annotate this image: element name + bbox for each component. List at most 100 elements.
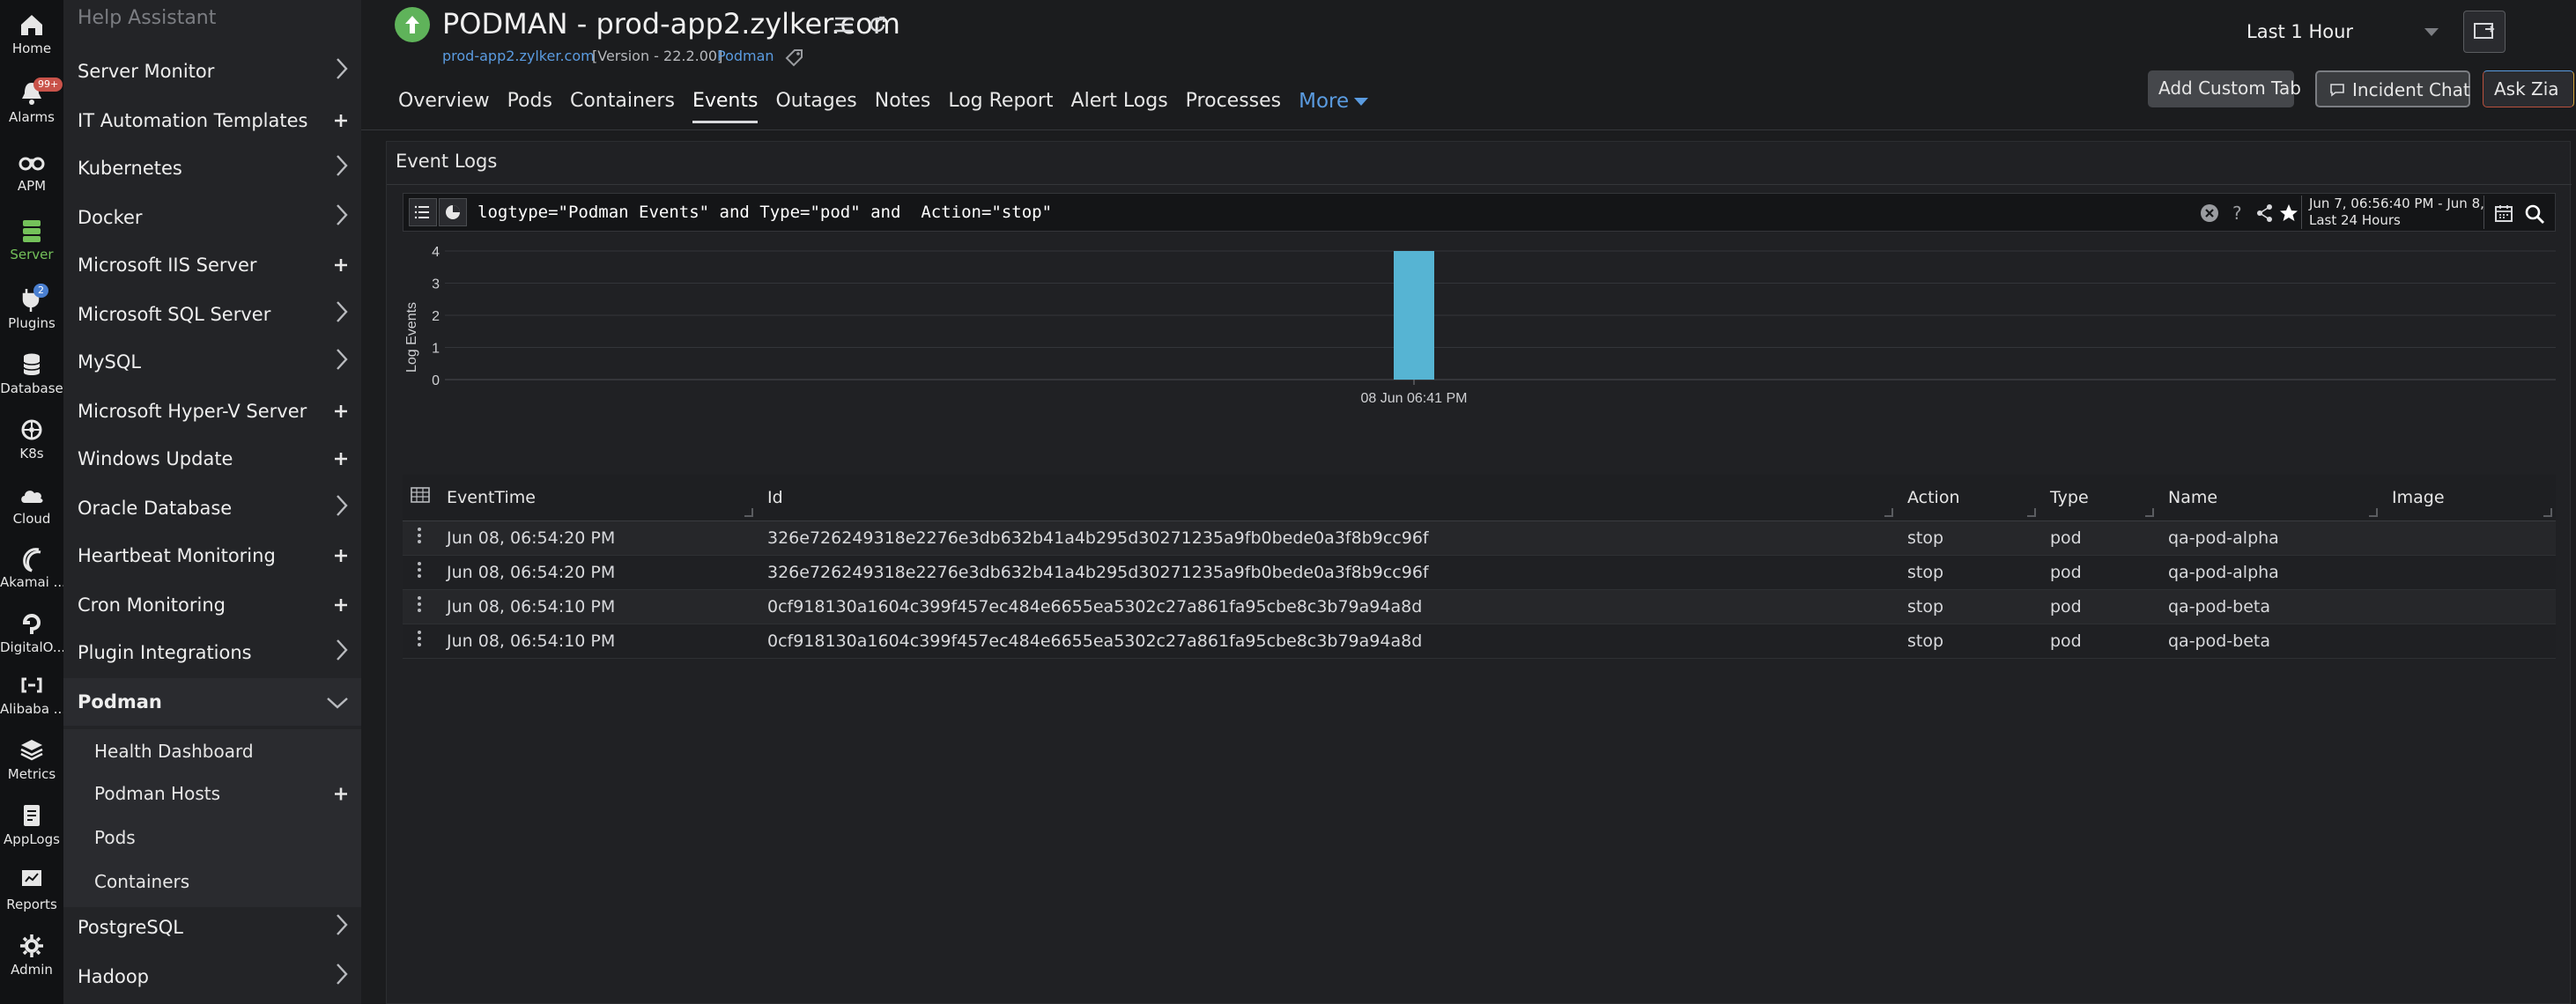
list-view-button[interactable] — [409, 198, 437, 226]
nav-subitem-containers[interactable]: Containers — [63, 860, 361, 904]
rail-item-home[interactable]: Home — [0, 9, 63, 56]
tab-overview[interactable]: Overview — [398, 88, 490, 123]
resize-handle-icon[interactable] — [744, 507, 753, 517]
column-header-image[interactable]: Image — [2381, 475, 2556, 521]
tab-more[interactable]: More — [1299, 88, 1369, 123]
tv-mode-button[interactable] — [2463, 11, 2506, 53]
column-chooser-cell[interactable] — [403, 475, 436, 521]
nav-item-plugin-integrations[interactable]: Plugin Integrations — [63, 629, 361, 676]
nav-item-microsoft-iis-server[interactable]: Microsoft IIS Server — [63, 241, 361, 289]
rail-item-server[interactable]: Server — [0, 215, 63, 262]
rail-item-alibaba[interactable]: Alibaba ... — [0, 669, 63, 717]
favorite-star-icon[interactable] — [2278, 203, 2299, 227]
rail-item-cloud[interactable]: Cloud — [0, 479, 63, 527]
time-range-select[interactable]: Last 1 Hour — [2236, 12, 2451, 51]
chevron-right-icon[interactable] — [335, 913, 349, 941]
row-actions-cell[interactable] — [403, 555, 436, 590]
rail-item-gear[interactable]: Admin — [0, 930, 63, 978]
tab-log-report[interactable]: Log Report — [948, 88, 1053, 123]
plus-icon[interactable] — [333, 592, 349, 618]
query-input[interactable]: logtype="Podman Events" and Type="pod" a… — [477, 194, 1052, 231]
menu-icon[interactable] — [833, 14, 855, 39]
tab-outages[interactable]: Outages — [775, 88, 856, 123]
tab-alert-logs[interactable]: Alert Logs — [1071, 88, 1168, 123]
column-header-type[interactable]: Type — [2039, 475, 2158, 521]
refresh-icon[interactable] — [867, 14, 888, 39]
add-custom-tab-button[interactable]: Add Custom Tab — [2148, 70, 2301, 107]
rail-item-plug[interactable]: 2 Plugins — [0, 284, 63, 331]
tab-containers[interactable]: Containers — [570, 88, 675, 123]
chevron-right-icon[interactable] — [335, 639, 349, 667]
chevron-right-icon[interactable] — [335, 57, 349, 85]
table-row[interactable]: Jun 08, 06:54:20 PM 326e726249318e2276e3d… — [403, 555, 2556, 590]
row-actions-cell[interactable] — [403, 520, 436, 556]
tab-pods[interactable]: Pods — [507, 88, 552, 123]
plus-icon[interactable] — [333, 779, 349, 809]
help-assistant-header[interactable]: Help Assistant — [78, 7, 216, 29]
table-row[interactable]: Jun 08, 06:54:20 PM 326e726249318e2276e3d… — [403, 520, 2556, 556]
rail-item-kubernetes[interactable]: K8s — [0, 414, 63, 461]
search-icon[interactable] — [2523, 203, 2546, 229]
plus-icon[interactable] — [333, 398, 349, 424]
nav-subitem-health-dashboard[interactable]: Health Dashboard — [63, 729, 361, 773]
plus-icon[interactable] — [333, 543, 349, 569]
nav-item-heartbeat-monitoring[interactable]: Heartbeat Monitoring — [63, 532, 361, 580]
nav-item-it-automation-templates[interactable]: IT Automation Templates — [63, 97, 361, 144]
chevron-right-icon[interactable] — [335, 348, 349, 376]
nav-item-windows-update[interactable]: Windows Update — [63, 435, 361, 483]
nav-item-postgresql[interactable]: PostgreSQL — [63, 904, 361, 951]
resize-handle-icon[interactable] — [2369, 507, 2378, 517]
host-link[interactable]: prod-app2.zylker.com — [442, 48, 595, 64]
resize-handle-icon[interactable] — [2543, 507, 2552, 517]
nav-item-oracle-database[interactable]: Oracle Database — [63, 484, 361, 532]
rail-item-applogs[interactable]: AppLogs — [0, 800, 63, 847]
chevron-right-icon[interactable] — [335, 154, 349, 182]
nav-item-hadoop[interactable]: Hadoop — [63, 953, 361, 1000]
monitor-type-link[interactable]: Podman — [717, 48, 774, 64]
chevron-down-icon[interactable] — [326, 689, 349, 715]
rail-item-akamai[interactable]: Akamai ... — [0, 543, 63, 590]
nav-item-docker[interactable]: Docker — [63, 194, 361, 241]
share-icon[interactable] — [2255, 203, 2275, 227]
column-header-eventtime[interactable]: EventTime — [436, 475, 757, 521]
chart-view-button[interactable] — [439, 198, 467, 226]
chevron-right-icon[interactable] — [335, 494, 349, 522]
column-header-name[interactable]: Name — [2158, 475, 2381, 521]
plus-icon[interactable] — [333, 252, 349, 278]
incident-chat-button[interactable]: Incident Chat — [2315, 70, 2470, 107]
tag-icon[interactable] — [784, 48, 805, 72]
nav-subitem-podman-hosts[interactable]: Podman Hosts — [63, 771, 361, 816]
nav-item-mysql[interactable]: MySQL — [63, 338, 361, 386]
nav-subitem-pods[interactable]: Pods — [63, 816, 361, 860]
rail-item-binoculars[interactable]: APM — [0, 146, 63, 194]
plus-icon[interactable] — [333, 107, 349, 134]
rail-item-reports[interactable]: Reports — [0, 865, 63, 912]
column-header-action[interactable]: Action — [1897, 475, 2039, 521]
resize-handle-icon[interactable] — [2027, 507, 2036, 517]
chevron-right-icon[interactable] — [335, 203, 349, 232]
chevron-right-icon[interactable] — [335, 963, 349, 991]
row-actions-cell[interactable] — [403, 589, 436, 624]
nav-item-server-monitor[interactable]: Server Monitor — [63, 48, 361, 95]
clear-query-icon[interactable] — [2199, 203, 2220, 227]
table-row[interactable]: Jun 08, 06:54:10 PM 0cf918130a1604c399f45… — [403, 624, 2556, 659]
help-icon[interactable]: ? — [2229, 203, 2247, 227]
nav-item-microsoft-sql-server[interactable]: Microsoft SQL Server — [63, 291, 361, 338]
nav-item-podman[interactable]: Podman — [63, 678, 361, 726]
rail-item-bell[interactable]: 99+ Alarms — [0, 78, 63, 125]
table-row[interactable]: Jun 08, 06:54:10 PM 0cf918130a1604c399f45… — [403, 589, 2556, 624]
query-time-range[interactable]: Jun 7, 06:56:40 PM - Jun 8, ... Last 24 … — [2301, 196, 2484, 229]
rail-item-layers[interactable]: Metrics — [0, 735, 63, 782]
rail-item-digitalocean[interactable]: DigitalO... — [0, 608, 63, 655]
row-actions-cell[interactable] — [403, 624, 436, 659]
rail-item-database[interactable]: Database — [0, 349, 63, 396]
calendar-icon[interactable] — [2493, 203, 2514, 227]
tab-events[interactable]: Events — [692, 88, 758, 123]
nav-item-cron-monitoring[interactable]: Cron Monitoring — [63, 581, 361, 629]
ask-zia-button[interactable]: Ask Zia — [2483, 70, 2574, 107]
resize-handle-icon[interactable] — [1884, 507, 1893, 517]
plus-icon[interactable] — [333, 446, 349, 472]
column-header-id[interactable]: Id — [757, 475, 1897, 521]
chevron-right-icon[interactable] — [335, 300, 349, 329]
nav-item-microsoft-hyper-v-server[interactable]: Microsoft Hyper-V Server — [63, 388, 361, 435]
